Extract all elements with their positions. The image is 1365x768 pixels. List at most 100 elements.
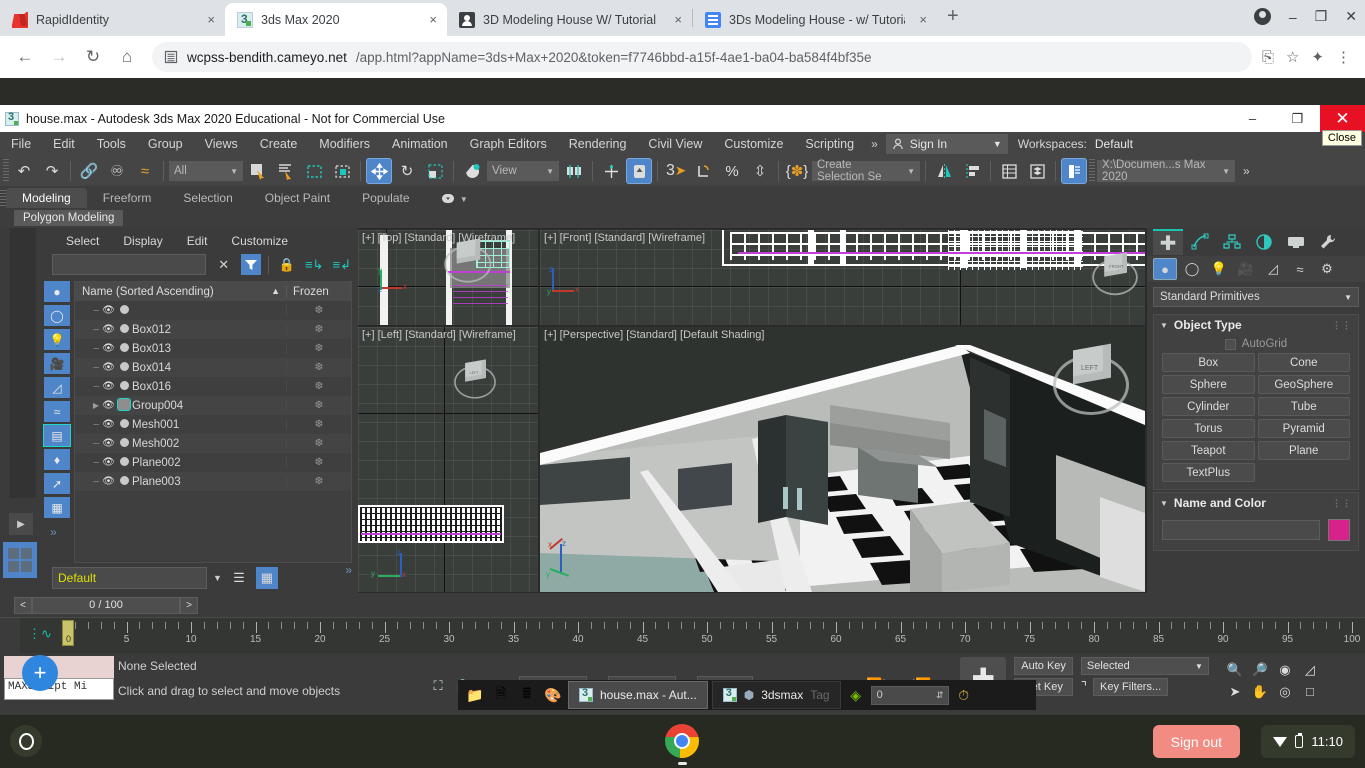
scene-explorer-row[interactable]: ─ 👁 Box013 ❆	[75, 339, 351, 358]
space-warps-icon[interactable]: ≈	[1288, 258, 1312, 280]
viewcube-left[interactable]: LEFT	[453, 359, 497, 403]
browser-tab-0[interactable]: RapidIdentity ×	[0, 3, 225, 36]
se-menu-display[interactable]: Display	[111, 234, 174, 248]
object-type-button[interactable]: Torus	[1162, 419, 1255, 438]
frame-display[interactable]: 0 / 100	[32, 596, 180, 614]
extensions-icon[interactable]: ✦	[1311, 48, 1324, 66]
address-bar[interactable]: wcpss-bendith.cameyo.net/app.html?appNam…	[152, 42, 1252, 72]
workspaces-value[interactable]: Default	[1095, 137, 1133, 151]
select-object-icon[interactable]	[245, 158, 271, 184]
tree-expander[interactable]: ─	[75, 363, 101, 372]
expand-all-icon[interactable]: ≡↳	[304, 254, 325, 275]
scene-explorer-row[interactable]: ▶ 👁 Group004 ❆	[75, 396, 351, 415]
tree-expander[interactable]: ─	[75, 458, 101, 467]
filter-shapes-icon[interactable]: ◯	[44, 305, 70, 326]
browser-tab-1[interactable]: 3ds Max 2020 ×	[225, 3, 447, 36]
browser-tab-3[interactable]: 3Ds Modeling House - w/ Tutoria ×	[693, 3, 937, 36]
scene-explorer-row[interactable]: ─ 👁 Plane002 ❆	[75, 453, 351, 472]
scene-explorer-search-input[interactable]	[52, 254, 207, 275]
spinner-arrows-icon[interactable]: ⇵	[936, 690, 948, 701]
rectangular-selection-region-icon[interactable]	[301, 158, 327, 184]
scene-explorer-row[interactable]: ─ 👁 Mesh001 ❆	[75, 415, 351, 434]
system-tray[interactable]: 11:10	[1261, 725, 1355, 758]
tree-expander[interactable]: ─	[75, 439, 101, 448]
toolbar-grip[interactable]	[1089, 159, 1095, 183]
menu-modifiers[interactable]: Modifiers	[308, 132, 381, 156]
tab-modify-icon[interactable]	[1185, 229, 1215, 255]
tab-close-icon[interactable]: ×	[913, 12, 927, 27]
menu-animation[interactable]: Animation	[381, 132, 459, 156]
selection-lock-region-icon[interactable]: ⛶	[428, 676, 448, 696]
forward-icon[interactable]: →	[44, 42, 74, 72]
file-explorer-icon[interactable]: 📁	[464, 685, 486, 705]
visibility-eye-icon[interactable]: 👁	[101, 343, 116, 354]
menu-create[interactable]: Create	[249, 132, 309, 156]
profile-icon[interactable]	[1253, 8, 1271, 25]
frozen-icon[interactable]: ❆	[286, 476, 351, 487]
visibility-eye-icon[interactable]: 👁	[101, 457, 116, 468]
menu-tools[interactable]: Tools	[86, 132, 137, 156]
tree-expander[interactable]: ─	[75, 382, 101, 391]
object-type-icon[interactable]	[116, 342, 132, 355]
tab-create-icon[interactable]: ✚	[1153, 229, 1183, 255]
viewport-left[interactable]: LEFT z y x [+] [Left] [Standard] [Wirefr…	[358, 327, 538, 592]
tab-motion-icon[interactable]	[1249, 229, 1279, 255]
menu-graph-editors[interactable]: Graph Editors	[459, 132, 558, 156]
ribbon-options-icon[interactable]: ▼	[426, 188, 484, 208]
tree-expander[interactable]: ─	[75, 306, 101, 315]
systems-icon[interactable]: ⚙	[1315, 258, 1339, 280]
object-type-button[interactable]: TextPlus	[1162, 463, 1255, 482]
chrome-shelf-icon[interactable]	[665, 724, 699, 758]
auto-key-button[interactable]: Auto Key	[1014, 657, 1073, 675]
filter-lights-icon[interactable]: 💡	[44, 329, 70, 350]
object-type-button[interactable]: Plane	[1257, 441, 1350, 460]
object-type-icon[interactable]	[116, 475, 132, 488]
object-color-swatch[interactable]	[1328, 519, 1350, 541]
edit-named-selection-icon[interactable]: %	[719, 158, 745, 184]
cameras-icon[interactable]: 🎥	[1234, 258, 1258, 280]
autogrid-checkbox[interactable]	[1224, 338, 1236, 350]
helpers-icon[interactable]: ◿	[1261, 258, 1285, 280]
object-type-button[interactable]: GeoSphere	[1257, 375, 1350, 394]
ribbon-tab-selection[interactable]: Selection	[167, 188, 248, 208]
track-bar[interactable]: 5 10 15 20 25 30 35 40 45 50 55 60 65 70 75 80 85 90 95 100…	[0, 617, 1365, 654]
viewport-layout-button[interactable]	[3, 542, 37, 578]
calculator-icon[interactable]: 🖩	[516, 685, 538, 705]
prev-frame-button[interactable]: <	[14, 596, 32, 614]
tab-hierarchy-icon[interactable]	[1217, 229, 1247, 255]
zoom-icon[interactable]: 🔍	[1223, 659, 1247, 680]
viewcube-perspective[interactable]: LEFT	[1051, 343, 1131, 423]
maximize-icon[interactable]: ❐	[1315, 8, 1328, 25]
object-type-button[interactable]: Pyramid	[1257, 419, 1350, 438]
max-close-button[interactable]: ✕	[1320, 105, 1365, 132]
object-type-icon[interactable]	[116, 304, 132, 317]
frozen-icon[interactable]: ❆	[286, 419, 351, 430]
frozen-icon[interactable]: ❆	[286, 457, 351, 468]
se-menu-edit[interactable]: Edit	[175, 234, 220, 248]
back-icon[interactable]: ←	[10, 42, 40, 72]
close-icon[interactable]: ✕	[1345, 8, 1357, 25]
key-filters-button[interactable]: Key Filters...	[1093, 678, 1169, 696]
tab-close-icon[interactable]: ×	[423, 12, 437, 27]
use-pivot-point-center-icon[interactable]	[561, 158, 587, 184]
object-name-input[interactable]	[1162, 520, 1320, 540]
home-icon[interactable]: ⌂	[112, 42, 142, 72]
object-type-button[interactable]: Tube	[1257, 397, 1350, 416]
object-type-button[interactable]: Teapot	[1162, 441, 1255, 460]
frozen-icon[interactable]: ❆	[286, 324, 351, 335]
percent-snap-toggle-icon[interactable]: 3 ➤	[663, 158, 689, 184]
se-menu-select[interactable]: Select	[54, 234, 111, 248]
menu-group[interactable]: Group	[137, 132, 194, 156]
project-folder-combo[interactable]: X:\Documen...s Max 2020 ▼	[1097, 159, 1235, 183]
max-minimize-button[interactable]: –	[1230, 105, 1275, 132]
frame-spinner[interactable]: 0 ⇵	[870, 685, 949, 705]
menu-overflow-icon[interactable]: »	[865, 137, 884, 151]
select-and-scale-icon[interactable]	[422, 158, 448, 184]
select-and-link-icon[interactable]: 🔗	[76, 158, 102, 184]
ribbon-panel-polygon-modeling[interactable]: Polygon Modeling	[14, 210, 124, 226]
unlink-selection-icon[interactable]: ♾	[104, 158, 130, 184]
launcher-button[interactable]	[10, 725, 42, 757]
filter-space-warps-icon[interactable]: ≈	[44, 401, 70, 422]
named-selection-sets-icon[interactable]: {✽}	[784, 158, 810, 184]
object-type-icon[interactable]	[116, 361, 132, 374]
